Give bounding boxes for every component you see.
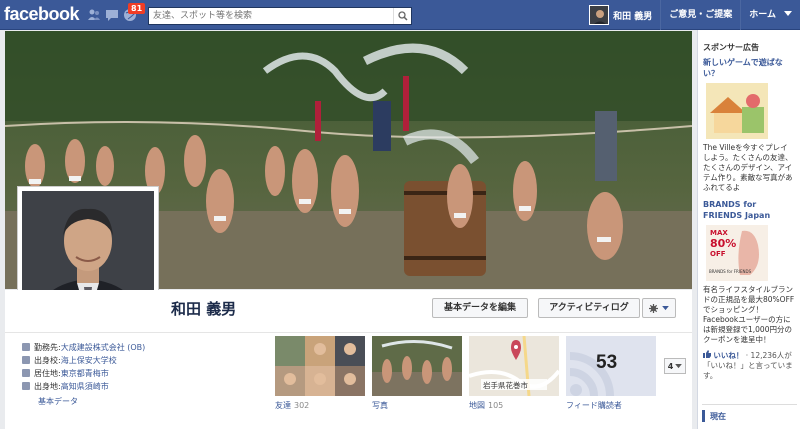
- map-count: 105: [488, 401, 504, 410]
- info-value-link[interactable]: 東京都青梅市: [61, 368, 109, 379]
- chevron-down-icon: [675, 363, 683, 368]
- school-icon: [22, 356, 30, 364]
- profile-info-panel: 勤務先: 大成建設株式会社 (OB) 出身校: 海上保安大学校 居住地: 東京都…: [5, 332, 692, 429]
- edit-profile-button[interactable]: 基本データを編集: [432, 298, 528, 318]
- profile-name: 和田 義男: [171, 300, 237, 318]
- messages-icon[interactable]: [105, 8, 119, 22]
- photos-tile[interactable]: [372, 336, 462, 396]
- subscribers-tile[interactable]: 53: [566, 336, 656, 396]
- info-row-residence: 居住地: 東京都青梅市: [22, 367, 262, 379]
- activity-log-button[interactable]: アクティビティログ: [538, 298, 640, 318]
- info-key: 居住地:: [34, 368, 61, 378]
- settings-gear-button[interactable]: [642, 298, 676, 318]
- more-count: 4: [667, 361, 674, 371]
- briefcase-icon: [22, 343, 30, 351]
- info-key: 出身校:: [34, 355, 61, 365]
- timeline-main: 和田 義男 基本データを編集 アクティビティログ 勤務先: 大成建設株式会社 (…: [0, 30, 697, 429]
- home-link[interactable]: ホーム: [740, 0, 782, 30]
- settings-dropdown-icon[interactable]: [782, 10, 800, 20]
- map-label[interactable]: 地図 105: [469, 400, 503, 411]
- search-button[interactable]: [393, 8, 411, 24]
- right-sidebar: スポンサー広告 新しいゲームで遊ばない？ The Villeを今すぐプレイしよう…: [697, 30, 800, 429]
- ad2-img-off: OFF: [710, 250, 726, 258]
- ad1-title[interactable]: 新しいゲームで遊ばない？: [703, 57, 795, 79]
- search-icon: [397, 11, 408, 21]
- info-value-link[interactable]: 高知県須崎市: [61, 381, 109, 392]
- info-value-link[interactable]: 海上保安大学校: [61, 355, 117, 366]
- map-label-text[interactable]: 地図: [469, 401, 485, 410]
- map-location-label: 岩手県花巻市: [483, 381, 528, 390]
- gear-icon: [649, 303, 658, 313]
- ad2-title[interactable]: BRANDS for FRIENDS Japan: [703, 199, 795, 221]
- sponsored-header: スポンサー広告: [703, 43, 759, 52]
- info-key: 勤務先:: [34, 342, 61, 352]
- ad2-like-link[interactable]: いいね！: [713, 351, 743, 360]
- facebook-logo[interactable]: facebook: [4, 4, 80, 25]
- ad2-like-row: いいね！ · 12,236人が「いいね！」と言っています。: [703, 350, 795, 381]
- search-box[interactable]: [148, 7, 412, 25]
- chevron-down-icon: [662, 305, 669, 310]
- thumbs-up-icon: [703, 350, 711, 358]
- notification-badge[interactable]: 81: [128, 3, 146, 14]
- friends-tile[interactable]: [275, 336, 365, 396]
- ad2-image[interactable]: MAX 80% OFF BRANDS for FRIENDS: [706, 225, 768, 281]
- subscribers-label[interactable]: フィード購読者: [566, 400, 622, 411]
- friends-label-text[interactable]: 友達: [275, 401, 291, 410]
- ad1-image[interactable]: [706, 83, 768, 139]
- friends-count: 302: [294, 401, 310, 410]
- location-pin-icon: [22, 382, 30, 390]
- top-right-nav: 和田 義男 ご意見・ご提案 ホーム: [589, 0, 800, 30]
- about-list: 勤務先: 大成建設株式会社 (OB) 出身校: 海上保安大学校 居住地: 東京都…: [22, 341, 262, 393]
- friends-label[interactable]: 友達 302: [275, 400, 309, 411]
- info-row-hometown: 出身地: 高知県須崎市: [22, 380, 262, 392]
- ad1-body: The Villeを今すぐプレイしよう。たくさんの友達、たくさんのデザイン、アイ…: [703, 143, 793, 192]
- timeline-now-link[interactable]: 現在: [702, 404, 797, 422]
- top-bar: facebook 81 和田 義男 ご意見・ご提案 ホーム: [0, 0, 800, 30]
- home-icon: [22, 369, 30, 377]
- more-sections-button[interactable]: 4: [664, 358, 686, 374]
- info-row-work: 勤務先: 大成建設株式会社 (OB): [22, 341, 262, 353]
- user-name-link[interactable]: 和田 義男: [613, 9, 660, 22]
- info-key: 出身地:: [34, 381, 61, 391]
- user-avatar[interactable]: [589, 5, 610, 25]
- map-tile[interactable]: 岩手県花巻市: [469, 336, 559, 396]
- profile-header-bar: 和田 義男 基本データを編集 アクティビティログ: [5, 290, 692, 332]
- search-input[interactable]: [149, 8, 389, 24]
- info-value-link[interactable]: 大成建設株式会社 (OB): [61, 342, 146, 353]
- info-row-school: 出身校: 海上保安大学校: [22, 354, 262, 366]
- ad2-img-brand: BRANDS for FRIENDS: [709, 269, 752, 274]
- basic-data-link[interactable]: 基本データ: [38, 396, 78, 407]
- photos-label[interactable]: 写真: [372, 400, 388, 411]
- subscribers-count: 53: [596, 352, 618, 373]
- ad2-body: 有名ライフスタイルブランドの正規品を最大80%OFFでショッピング！Facebo…: [703, 285, 795, 344]
- feedback-link[interactable]: ご意見・ご提案: [660, 0, 740, 30]
- ad2-img-percent: 80%: [710, 237, 737, 250]
- friend-requests-icon[interactable]: [87, 8, 101, 22]
